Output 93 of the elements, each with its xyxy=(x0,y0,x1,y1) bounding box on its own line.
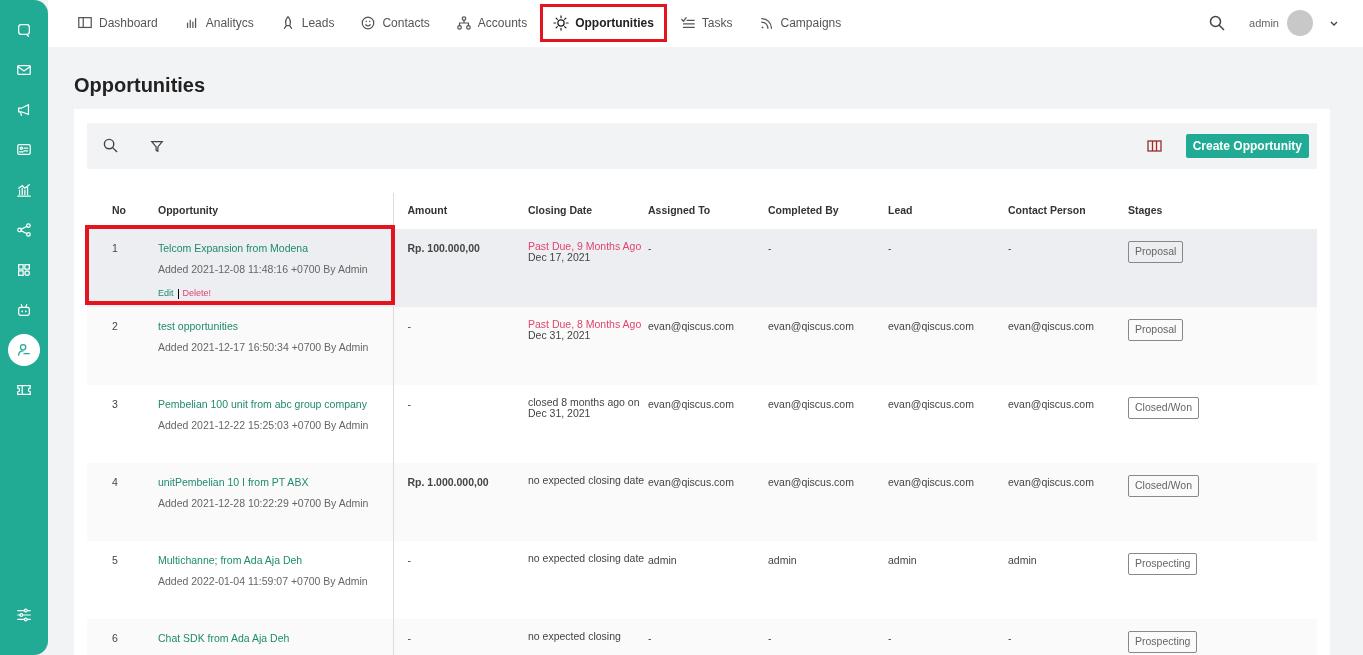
stage-tag: Proposal xyxy=(1128,240,1184,263)
row-number: 6 xyxy=(112,630,119,646)
page-title: Opportunities xyxy=(74,72,207,97)
column-header: Opportunity xyxy=(158,204,219,217)
stage-tag: Closed/Won xyxy=(1128,474,1199,497)
row-number: 5 xyxy=(112,552,119,568)
cell-text: - xyxy=(648,240,653,256)
cell-text: evan@qiscus.com xyxy=(768,318,855,334)
nav-tab[interactable]: Contacts xyxy=(347,4,443,43)
column-header: Amount xyxy=(407,204,448,217)
column-header: Lead xyxy=(888,204,913,217)
cell-text: - xyxy=(768,630,773,646)
cell-text: - xyxy=(1008,630,1013,646)
search-icon[interactable] xyxy=(1209,15,1226,32)
nav-tab[interactable]: Dashboard xyxy=(64,4,171,43)
nav-tab[interactable]: Campaigns xyxy=(745,4,855,43)
opportunity-link[interactable]: Telcom Expansion from Modena xyxy=(158,240,308,257)
cell-text: - xyxy=(888,630,893,646)
column-header: Completed By xyxy=(768,204,839,217)
added-info: Added 2021-12-08 11:48:16 +0700 By Admin xyxy=(158,261,369,277)
hierarchy-icon[interactable] xyxy=(455,15,472,32)
closing-status: no expected closing date xyxy=(528,552,646,564)
cell-text: - xyxy=(1008,240,1013,256)
rss-icon[interactable] xyxy=(758,15,775,32)
cell-text: - xyxy=(648,630,653,646)
filter-icon[interactable] xyxy=(150,138,164,153)
opportunity-link[interactable]: unitPembelian 10 I from PT ABX xyxy=(158,474,309,491)
cell-text: evan@qiscus.com xyxy=(648,396,735,412)
added-info: Added 2021-12-17 16:50:34 +0700 By Admin xyxy=(158,339,370,355)
cell-text: - xyxy=(888,240,893,256)
edit-link[interactable]: Edit xyxy=(158,287,174,301)
table-row[interactable]: 4 unitPembelian 10 I from PT ABX Added 2021-12-28 10:22:29 +0700 By Admin Rp. 1.000.000,00 no expected closing date evan@qiscus.com evan@qiscus.com evan@qiscus.com evan@qiscus.com Closed/Won xyxy=(87,462,1317,541)
columns-icon[interactable] xyxy=(1146,139,1162,152)
column-header: Stages xyxy=(1128,204,1163,217)
opportunity-link[interactable]: test opportunities xyxy=(158,318,238,335)
cell-text: evan@qiscus.com xyxy=(1008,318,1095,334)
cell-text: evan@qiscus.com xyxy=(768,396,855,412)
table-row[interactable]: 6 Chat SDK from Ada Aja Deh - no expected closing - - - - Prospecting xyxy=(87,618,1317,655)
nav-tab[interactable]: Leads xyxy=(266,4,348,43)
table-row[interactable]: 5 Multichanne; from Ada Aja Deh Added 2022-01-04 11:59:07 +0700 By Admin - no expected closing date admin admin admin admin Prospecting xyxy=(87,540,1317,619)
cell-text: evan@qiscus.com xyxy=(768,474,855,490)
column-header: Closing Date xyxy=(528,204,593,217)
cell-text: evan@qiscus.com xyxy=(648,474,735,490)
amount-text: - xyxy=(407,318,412,334)
amount-text: - xyxy=(407,552,412,568)
cell-text: admin xyxy=(1008,552,1038,568)
cell-text: evan@qiscus.com xyxy=(888,318,975,334)
added-info: Added 2021-12-28 10:22:29 +0700 By Admin xyxy=(158,495,370,511)
closing-status: Past Due, 9 Months Ago xyxy=(528,240,643,252)
closing-status: no expected closing xyxy=(528,630,622,642)
cell-text: evan@qiscus.com xyxy=(1008,474,1095,490)
amount-text: - xyxy=(407,630,412,646)
nav-tab[interactable]: Tasks xyxy=(666,4,746,43)
closing-status: closed 8 months ago on Dec 31, 2021 xyxy=(528,396,641,419)
smiley-icon[interactable] xyxy=(360,15,377,32)
amount-text: Rp. 1.000.000,00 xyxy=(407,474,490,490)
row-number: 3 xyxy=(112,396,119,412)
search-icon[interactable] xyxy=(103,138,118,154)
row-number: 4 xyxy=(112,474,119,490)
closing-status: no expected closing date xyxy=(528,474,646,486)
cell-text: admin xyxy=(768,552,798,568)
amount-text: - xyxy=(407,396,412,412)
added-info: Added 2021-12-22 15:25:03 +0700 By Admin xyxy=(158,417,370,433)
row-number: 2 xyxy=(112,318,119,334)
amount-text: Rp. 100.000,00 xyxy=(407,240,481,256)
closing-date: Dec 31, 2021 xyxy=(528,329,592,341)
delete-link[interactable]: Delete! xyxy=(182,287,212,301)
cell-text: evan@qiscus.com xyxy=(648,318,735,334)
stage-tag: Proposal xyxy=(1128,318,1184,341)
column-header: Assigned To xyxy=(648,204,711,217)
stage-tag: Closed/Won xyxy=(1128,396,1199,419)
cell-text: evan@qiscus.com xyxy=(888,474,975,490)
stage-tag: Prospecting xyxy=(1128,630,1198,653)
user-name[interactable]: admin xyxy=(1249,15,1279,32)
nav-tab[interactable]: Accounts xyxy=(442,4,541,43)
person-icon[interactable] xyxy=(8,334,40,366)
nav-tab[interactable]: Opportunities xyxy=(540,4,667,43)
cell-text: admin xyxy=(888,552,918,568)
cell-text: - xyxy=(768,240,773,256)
opportunity-link[interactable]: Pembelian 100 unit from abc group company xyxy=(158,396,367,413)
stage-tag: Prospecting xyxy=(1128,552,1198,575)
sun-icon[interactable] xyxy=(553,15,570,32)
nav-tab[interactable]: Analitycs xyxy=(170,4,267,43)
added-info: Added 2022-01-04 11:59:07 +0700 By Admin xyxy=(158,573,369,589)
row-number: 1 xyxy=(112,240,119,256)
column-header: No xyxy=(112,204,126,217)
column-header: Contact Person xyxy=(1008,204,1086,217)
closing-status: Past Due, 8 Months Ago xyxy=(528,318,643,330)
closing-date: Dec 17, 2021 xyxy=(528,251,592,263)
opportunity-link[interactable]: Multichanne; from Ada Aja Deh xyxy=(158,552,303,569)
cell-text: evan@qiscus.com xyxy=(1008,396,1095,412)
cell-text: evan@qiscus.com xyxy=(888,396,975,412)
cell-text: admin xyxy=(648,552,678,568)
